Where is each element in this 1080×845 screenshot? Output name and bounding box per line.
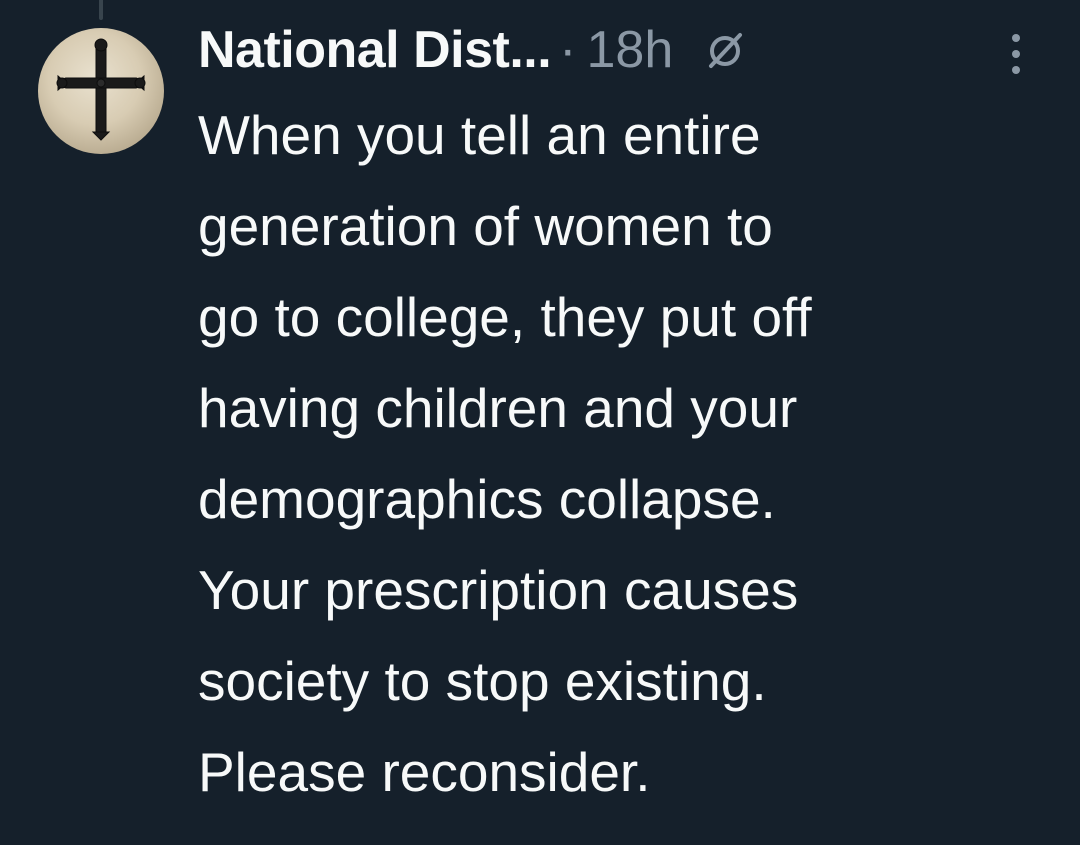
slashed-circle-icon bbox=[703, 28, 747, 72]
post-text-line: having children and your bbox=[198, 377, 798, 439]
post-text-line: When you tell an entire bbox=[198, 104, 761, 166]
post-text-line: demographics collapse. bbox=[198, 468, 776, 530]
more-dot bbox=[1012, 50, 1020, 58]
post-text-line: Please reconsider. bbox=[198, 741, 651, 803]
post-timestamp[interactable]: 18h bbox=[586, 20, 673, 80]
post-text-line: go to college, they put off bbox=[198, 286, 812, 348]
post-text-line: Your prescription causes bbox=[198, 559, 799, 621]
more-options-icon[interactable] bbox=[1008, 34, 1024, 74]
orthodox-cross-icon bbox=[56, 38, 146, 141]
more-dot bbox=[1012, 66, 1020, 74]
post-header: National Dist... · 18h bbox=[198, 12, 747, 88]
thread-connector-line bbox=[99, 0, 103, 20]
post-text-line: generation of women to bbox=[198, 195, 773, 257]
author-display-name[interactable]: National Dist... bbox=[198, 20, 552, 80]
header-separator: · bbox=[559, 21, 577, 79]
avatar[interactable] bbox=[38, 28, 164, 154]
post-body-text: When you tell an entire generation of wo… bbox=[198, 90, 1058, 818]
more-dot bbox=[1012, 34, 1020, 42]
post-text-line: society to stop existing. bbox=[198, 650, 767, 712]
